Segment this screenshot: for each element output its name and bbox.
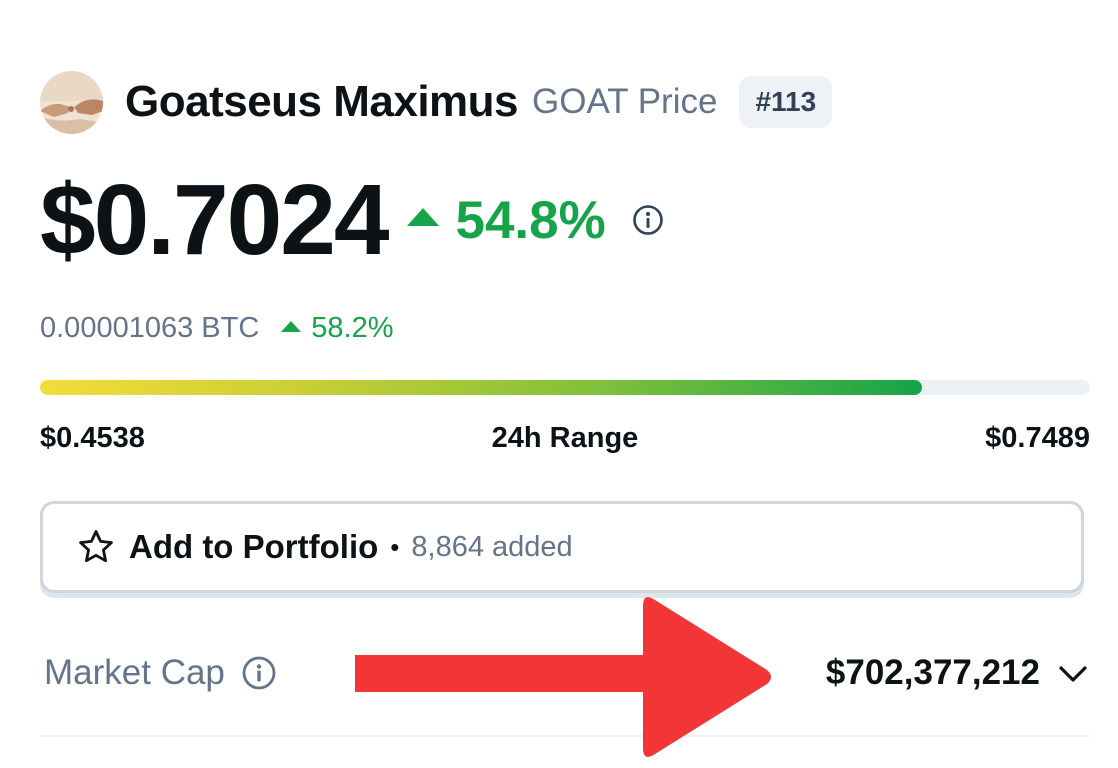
info-icon[interactable] — [632, 204, 664, 236]
chevron-down-icon[interactable] — [1056, 656, 1090, 690]
range-low: $0.4538 — [40, 421, 145, 454]
price-row: $0.7024 54.8% — [40, 163, 664, 276]
caret-up-icon — [281, 320, 302, 332]
range-label: 24h Range — [491, 421, 639, 454]
market-cap-label: Market Cap — [44, 653, 225, 692]
add-to-portfolio-button[interactable]: Add to Portfolio • 8,864 added — [40, 501, 1084, 593]
coin-avatar — [40, 70, 103, 134]
portfolio-label: Add to Portfolio — [129, 528, 379, 565]
separator-dot: • — [390, 531, 400, 562]
price-change-value: 54.8% — [455, 190, 606, 250]
goat-avatar-icon — [40, 70, 103, 134]
coin-subtitle: GOAT Price — [532, 82, 718, 121]
red-arrow-icon — [355, 597, 771, 757]
caret-up-icon — [407, 208, 440, 226]
market-cap-label-group: Market Cap — [40, 653, 277, 693]
portfolio-added-count: 8,864 added — [411, 530, 573, 563]
range-high: $0.7489 — [985, 421, 1090, 454]
price-btc: 0.00001063 BTC — [40, 311, 260, 344]
btc-change-value: 58.2% — [311, 311, 394, 344]
btc-price-row: 0.00001063 BTC 58.2% — [40, 308, 394, 348]
info-icon[interactable] — [241, 655, 277, 691]
star-icon — [79, 530, 113, 563]
price-usd: $0.7024 — [40, 163, 389, 276]
market-cap-value: $702,377,212 — [825, 653, 1040, 692]
price-change-24h: 54.8% — [407, 190, 606, 251]
range-bar — [40, 380, 1090, 395]
btc-change: 58.2% — [281, 311, 394, 345]
range-bar-fill — [40, 380, 922, 395]
coin-name: Goatseus Maximus — [125, 77, 519, 126]
market-cap-value-group[interactable]: $702,377,212 — [826, 653, 1090, 693]
range-labels: $0.4538 24h Range $0.7489 — [40, 418, 1090, 458]
rank-badge: #113 — [739, 76, 833, 128]
coin-header: Goatseus Maximus GOAT Price #113 — [40, 70, 833, 134]
